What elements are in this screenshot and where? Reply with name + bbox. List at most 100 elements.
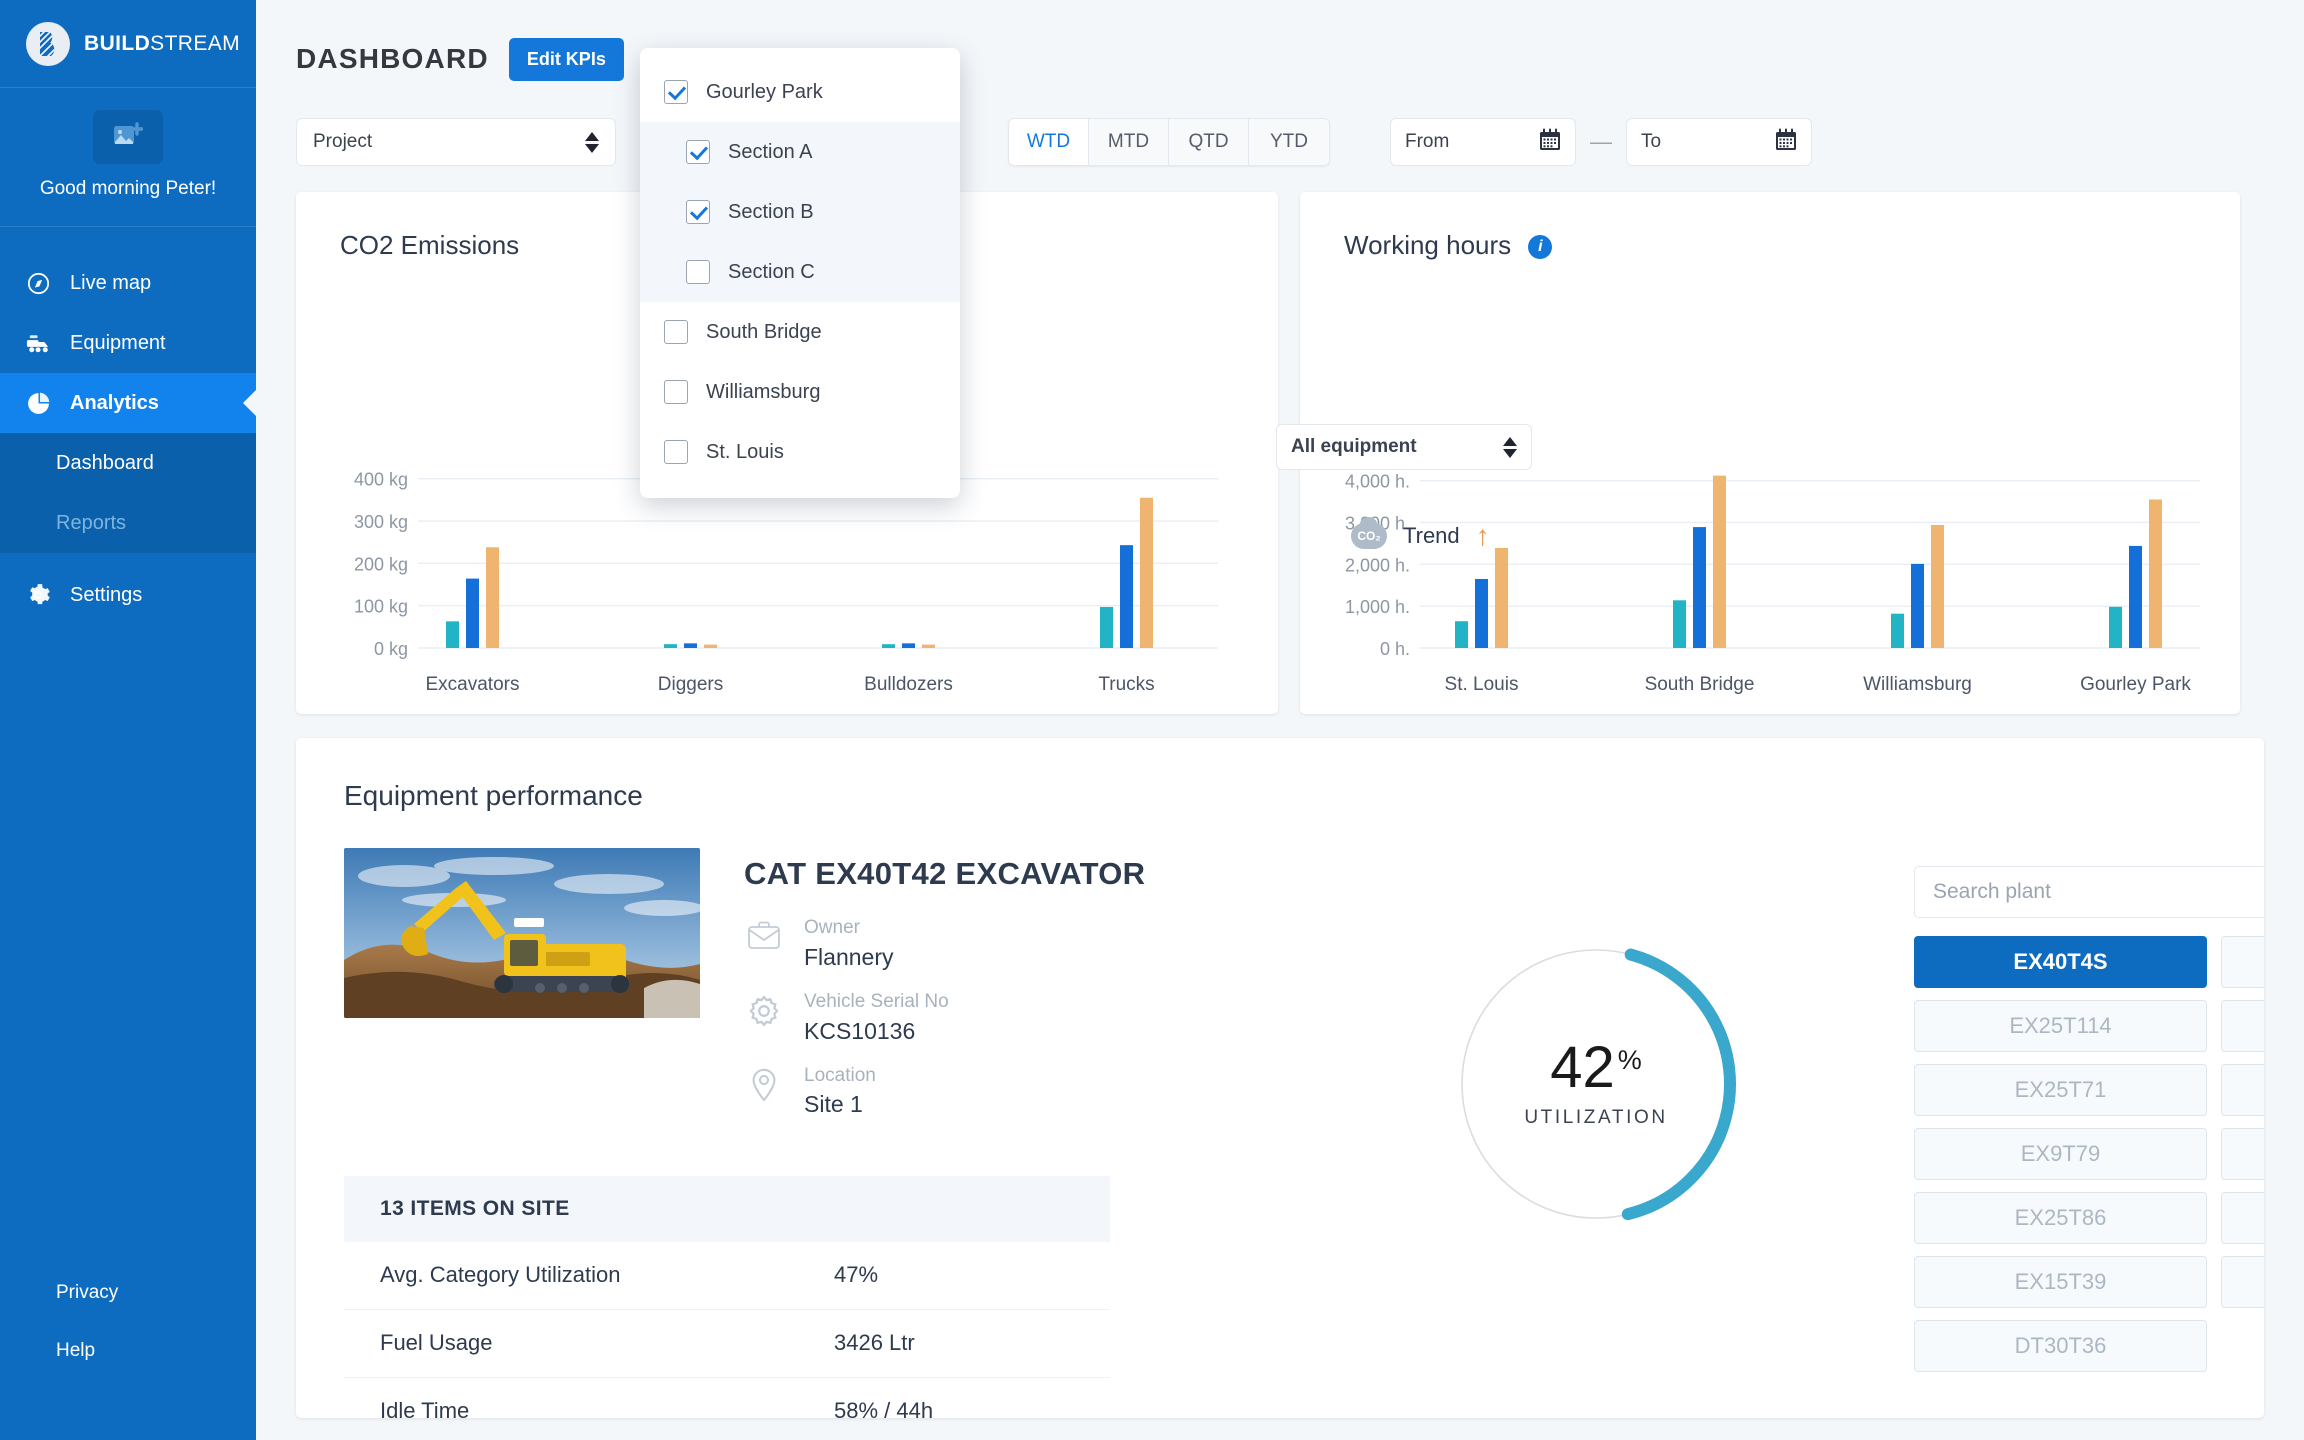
plant-chip-EX9T79[interactable]: EX9T79 <box>1914 1128 2207 1180</box>
site-option-section-a[interactable]: Section A <box>640 122 960 182</box>
plant-chip-DT30T36[interactable]: DT30T36 <box>1914 1320 2207 1372</box>
checkbox-icon[interactable] <box>686 260 710 284</box>
checkbox-icon[interactable] <box>664 320 688 344</box>
chevron-updown-icon <box>585 131 599 153</box>
brand-name: BUILDSTREAM <box>84 31 241 55</box>
svg-text:St. Louis: St. Louis <box>1445 674 1519 695</box>
svg-text:Bulldozers: Bulldozers <box>864 674 953 695</box>
site-option-section-b[interactable]: Section B <box>640 182 960 242</box>
range-wtd-button[interactable]: WTD <box>1009 119 1089 165</box>
filter-bar: Project Site WTD MTD QTD YTD From <box>256 118 2304 192</box>
table-cell-value: 58% / 44h <box>834 1398 934 1418</box>
main-nav: Live map Equipment Analytics Dashboard R… <box>0 227 256 625</box>
plant-chip-EX25T114[interactable]: EX25T114 <box>1914 1000 2207 1052</box>
table-cell-key: Avg. Category Utilization <box>380 1262 621 1288</box>
plant-chip-EX9T73[interactable]: EX9T73 <box>2221 936 2264 988</box>
plant-chip-EX15T39[interactable]: EX15T39 <box>1914 1256 2207 1308</box>
date-from-input[interactable]: From <box>1390 118 1576 166</box>
meta-row-location: Location Site 1 <box>744 1064 1145 1121</box>
checkbox-icon[interactable] <box>686 200 710 224</box>
range-ytd-button[interactable]: YTD <box>1249 119 1329 165</box>
site-option-label: St. Louis <box>706 440 784 463</box>
sidebar-item-reports[interactable]: Reports <box>0 493 256 553</box>
plant-selector-panel: EX40T4S EX9T73 EX25T114 EX25T13 EX25T71 EX15T… <box>1914 866 2264 1372</box>
plant-chip-EX25T71[interactable]: EX25T71 <box>1914 1064 2207 1116</box>
co2-trend-indicator: CO₂ Trend ↑ <box>1351 517 1490 550</box>
sidebar-item-equipment[interactable]: Equipment <box>0 313 256 373</box>
site-option-south-bridge[interactable]: South Bridge <box>640 302 960 362</box>
svg-text:South Bridge: South Bridge <box>1645 674 1755 695</box>
greeting-text: Good morning Peter! <box>39 178 217 199</box>
kpi-cards-row: CO2 Emissions All equipment CO₂ Trend ↑ … <box>256 192 2304 714</box>
checkbox-icon[interactable] <box>664 380 688 404</box>
edit-kpis-button[interactable]: Edit KPIs <box>508 37 624 81</box>
plant-chip-EX25T86[interactable]: EX25T86 <box>1914 1192 2207 1244</box>
site-option-gourley-park[interactable]: Gourley Park <box>640 62 960 122</box>
equipment-filter-select[interactable]: All equipment <box>1276 424 1532 470</box>
sidebar-item-live-map[interactable]: Live map <box>0 253 256 313</box>
plant-chip-EX15T54[interactable]: EX15T54 <box>2221 1064 2264 1116</box>
svg-text:Gourley Park: Gourley Park <box>2080 674 2191 695</box>
checkbox-icon[interactable] <box>664 80 688 104</box>
site-option-williamsburg[interactable]: Williamsburg <box>640 362 960 422</box>
search-plant-box[interactable] <box>1914 866 2264 918</box>
truck-icon <box>24 332 52 354</box>
meta-label: Location <box>804 1064 876 1086</box>
plant-chip-EX40T4S[interactable]: EX40T4S <box>1914 936 2207 988</box>
main-content: DASHBOARD Edit KPIs Project Site WTD MTD… <box>256 0 2304 1440</box>
site-group-sections: Section A Section B Section C <box>640 122 960 302</box>
svg-text:1,000 h.: 1,000 h. <box>1345 597 1410 617</box>
plant-chip-label: EX25T71 <box>2014 1077 2107 1102</box>
checkbox-icon[interactable] <box>664 440 688 464</box>
sidebar-item-dashboard[interactable]: Dashboard <box>0 433 256 493</box>
site-option-st-louis[interactable]: St. Louis <box>640 422 960 482</box>
site-dropdown-panel: Gourley Park Section A Section B Section CS… <box>640 48 960 498</box>
plant-chip-label: EX9T79 <box>2020 1141 2101 1166</box>
donut-center-label: 42% UTILIZATION <box>1446 934 1746 1234</box>
date-to-input[interactable]: To <box>1626 118 1812 166</box>
donut-value: 42% <box>1550 1039 1642 1097</box>
plant-chip-EX40T44[interactable]: EX40T44 <box>2221 1192 2264 1244</box>
table-row: Idle Time 58% / 44h <box>344 1378 1110 1418</box>
analytics-subnav: Dashboard Reports <box>0 433 256 553</box>
image-upload-icon <box>113 121 144 153</box>
range-qtd-button[interactable]: QTD <box>1169 119 1249 165</box>
date-from-label: From <box>1405 131 1450 152</box>
calendar-icon <box>1539 128 1561 157</box>
site-option-label: Gourley Park <box>706 80 823 103</box>
help-link[interactable]: Help <box>56 1322 256 1380</box>
trend-label: Trend <box>1403 523 1460 548</box>
range-mtd-button[interactable]: MTD <box>1089 119 1169 165</box>
meta-row-serial: Vehicle Serial No KCS10136 <box>744 990 1145 1047</box>
sidebar-item-settings[interactable]: Settings <box>0 565 256 625</box>
gear-icon <box>24 582 52 608</box>
svg-text:100 kg: 100 kg <box>354 597 408 617</box>
sidebar-footer: Privacy Help <box>0 1264 256 1440</box>
site-option-label: Section C <box>728 260 815 283</box>
brand-logo[interactable]: BUILDSTREAM <box>0 0 256 88</box>
svg-text:Trucks: Trucks <box>1098 674 1154 695</box>
date-to-label: To <box>1641 131 1662 152</box>
checkbox-icon[interactable] <box>686 140 710 164</box>
plant-chip-label: EX15T39 <box>2014 1269 2107 1294</box>
date-range-toggle: WTD MTD QTD YTD <box>1008 118 1330 166</box>
svg-text:200 kg: 200 kg <box>354 554 408 574</box>
meta-row-owner: Owner Flannery <box>744 916 1145 973</box>
subnav-item-label: Dashboard <box>56 451 154 474</box>
site-option-section-c[interactable]: Section C <box>640 242 960 302</box>
privacy-link[interactable]: Privacy <box>56 1264 256 1322</box>
sidebar-item-label: Analytics <box>70 391 159 414</box>
plant-chip-label: EX25T114 <box>2009 1013 2112 1038</box>
project-select[interactable]: Project <box>296 118 616 166</box>
table-row: Avg. Category Utilization 47% <box>344 1242 1110 1310</box>
pie-chart-icon <box>24 391 52 416</box>
sidebar-item-analytics[interactable]: Analytics <box>0 373 256 433</box>
plant-chip-DT30T01[interactable]: DT30T01 <box>2221 1256 2264 1308</box>
table-cell-key: Fuel Usage <box>380 1330 493 1356</box>
plant-chip-EX9T27[interactable]: EX9T27 <box>2221 1128 2264 1180</box>
co2-cloud-icon: CO₂ <box>1351 517 1387 549</box>
search-input[interactable] <box>1933 880 2264 904</box>
plant-chip-EX25T13[interactable]: EX25T13 <box>2221 1000 2264 1052</box>
avatar[interactable] <box>93 110 163 164</box>
utilization-donut-chart: 42% UTILIZATION <box>1446 934 1746 1234</box>
